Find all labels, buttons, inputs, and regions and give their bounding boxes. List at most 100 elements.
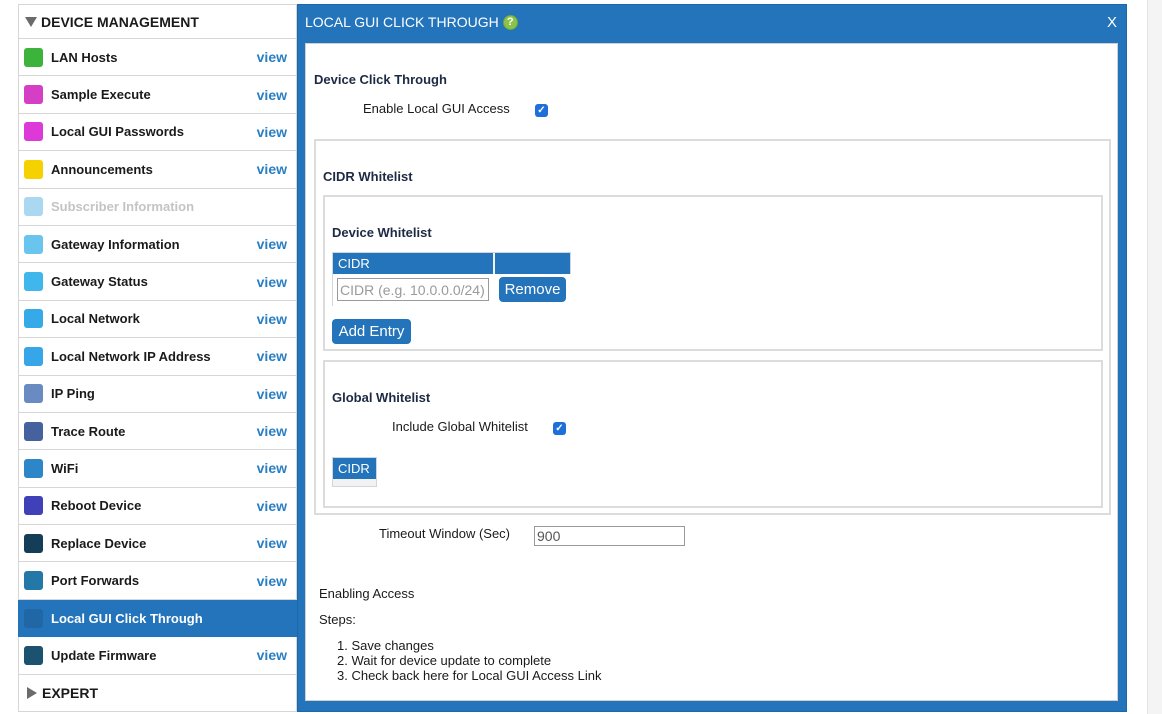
triangle-down-icon	[25, 16, 37, 27]
section-device-management[interactable]: DEVICE MANAGEMENT	[18, 4, 297, 39]
add-entry-button[interactable]: Add Entry	[332, 319, 411, 344]
enabling-access-heading: Enabling Access	[319, 586, 415, 601]
device-table-header-action	[495, 253, 570, 274]
view-link[interactable]: view	[257, 311, 287, 327]
sidebar-item-label: Port Forwards	[51, 573, 140, 589]
sidebar-item-lan-hosts[interactable]: LAN Hosts view	[18, 39, 297, 77]
sidebar-item-local-network-ip-address[interactable]: Local Network IP Address view	[18, 338, 297, 376]
view-link[interactable]: view	[257, 647, 287, 663]
sidebar-item-gateway-status[interactable]: Gateway Status view	[18, 263, 297, 301]
triangle-right-icon	[27, 686, 37, 699]
step-item: 1. Save changes	[337, 638, 434, 653]
view-link[interactable]: view	[257, 49, 287, 65]
view-link[interactable]: view	[257, 498, 287, 514]
cidr-whitelist-fieldset: CIDR Whitelist Device Whitelist CIDR CID…	[314, 139, 1111, 515]
local-network-icon	[24, 309, 43, 329]
dialog-body: Device Click Through Enable Local GUI Ac…	[305, 43, 1118, 701]
sidebar-item-port-forwards[interactable]: Port Forwards view	[18, 562, 297, 600]
local-gui-click-through-icon	[24, 608, 43, 628]
sidebar-item-ip-ping[interactable]: IP Ping view	[18, 375, 297, 413]
global-whitelist-table: CIDR	[332, 457, 377, 487]
help-icon[interactable]: ?	[502, 14, 518, 30]
sidebar-item-gateway-information[interactable]: Gateway Information view	[18, 225, 297, 264]
sidebar-item-replace-device[interactable]: Replace Device view	[18, 525, 297, 563]
view-link[interactable]: view	[257, 386, 287, 402]
reboot-device-icon	[24, 496, 43, 516]
sidebar-item-label: IP Ping	[51, 386, 95, 402]
view-link[interactable]: view	[257, 274, 287, 290]
gateway-status-icon	[24, 272, 43, 292]
view-link[interactable]: view	[257, 573, 287, 589]
view-link[interactable]: view	[257, 423, 287, 439]
trace-route-icon	[24, 421, 43, 441]
steps-label: Steps:	[319, 612, 356, 627]
cidr-whitelist-heading: CIDR Whitelist	[323, 169, 413, 184]
sidebar-item-label: LAN Hosts	[51, 49, 118, 65]
global-table-header-cidr: CIDR	[333, 458, 376, 479]
device-table-header-cidr: CIDR	[333, 253, 493, 274]
sidebar-item-update-firmware[interactable]: Update Firmware view	[18, 637, 297, 675]
local-gui-click-through-dialog: LOCAL GUI CLICK THROUGH ? X Device Click…	[297, 4, 1127, 712]
sidebar-item-label: Gateway Information	[51, 236, 180, 252]
step-item: 3. Check back here for Local GUI Access …	[337, 668, 602, 683]
view-link[interactable]: view	[257, 161, 287, 177]
close-button[interactable]: X	[1107, 14, 1117, 31]
step-item: 2. Wait for device update to complete	[337, 653, 552, 668]
timeout-label: Timeout Window (Sec)	[379, 526, 510, 541]
sidebar-item-label: Local Network	[51, 311, 140, 327]
sidebar-item-local-gui-click-through[interactable]: Local GUI Click Through	[18, 599, 297, 638]
sidebar-item-announcements[interactable]: Announcements view	[18, 151, 297, 189]
device-whitelist-table: CIDR CIDR (e.g. 10.0.0.0/24) Remove	[332, 252, 572, 306]
local-gui-passwords-icon	[24, 122, 43, 142]
view-link[interactable]: view	[257, 236, 287, 252]
view-link[interactable]: view	[257, 348, 287, 364]
sidebar-item-label: Subscriber Information	[51, 199, 195, 215]
replace-device-icon	[24, 533, 43, 553]
view-link[interactable]: view	[257, 460, 287, 476]
view-link[interactable]: view	[257, 535, 287, 551]
global-whitelist-heading: Global Whitelist	[332, 390, 431, 405]
remove-button[interactable]: Remove	[499, 277, 566, 302]
sidebar-item-label: Sample Execute	[51, 87, 151, 103]
sidebar-item-label: Trace Route	[51, 423, 126, 439]
sidebar-item-subscriber-information: Subscriber Information	[18, 188, 297, 226]
section-expert[interactable]: EXPERT	[18, 674, 297, 713]
sidebar-item-local-network[interactable]: Local Network view	[18, 300, 297, 339]
update-firmware-icon	[24, 645, 43, 665]
checkmark-icon: ✓	[555, 423, 564, 434]
device-whitelist-fieldset: Device Whitelist CIDR CIDR (e.g. 10.0.0.…	[323, 195, 1103, 351]
gateway-information-icon	[24, 234, 43, 254]
dialog-title: LOCAL GUI CLICK THROUGH	[305, 14, 499, 30]
sidebar: DEVICE MANAGEMENT LAN Hosts view Sample Ex…	[18, 4, 297, 713]
ip-ping-icon	[24, 384, 43, 404]
sidebar-item-label: Local Network IP Address	[51, 348, 211, 364]
cidr-input[interactable]: CIDR (e.g. 10.0.0.0/24)	[337, 278, 489, 301]
sidebar-item-sample-execute[interactable]: Sample Execute view	[18, 76, 297, 114]
wifi-icon	[24, 458, 43, 478]
sidebar-item-label: Replace Device	[51, 535, 147, 551]
timeout-input[interactable]: 900	[534, 526, 685, 546]
view-link[interactable]: view	[257, 87, 287, 103]
checkmark-icon: ✓	[537, 105, 546, 116]
table-row: CIDR (e.g. 10.0.0.0/24) Remove	[333, 274, 572, 306]
include-global-checkbox[interactable]: ✓	[553, 422, 566, 435]
subscriber-information-icon	[24, 197, 43, 217]
sidebar-item-label: Gateway Status	[51, 274, 148, 290]
sidebar-item-wifi[interactable]: WiFi view	[18, 450, 297, 488]
enable-local-gui-label: Enable Local GUI Access	[363, 101, 510, 116]
sidebar-item-local-gui-passwords[interactable]: Local GUI Passwords view	[18, 113, 297, 152]
announcements-icon	[24, 159, 43, 179]
local-network-ip-address-icon	[24, 346, 43, 366]
sidebar-item-trace-route[interactable]: Trace Route view	[18, 412, 297, 451]
page-scrollbar[interactable]	[1147, 0, 1162, 714]
sidebar-item-label: Announcements	[51, 161, 153, 177]
sidebar-item-reboot-device[interactable]: Reboot Device view	[18, 487, 297, 526]
view-link[interactable]: view	[257, 124, 287, 140]
enable-local-gui-checkbox[interactable]: ✓	[535, 104, 548, 117]
section-expert-label: EXPERT	[42, 684, 99, 701]
port-forwards-icon	[24, 571, 43, 591]
sidebar-item-label: WiFi	[51, 460, 79, 476]
device-click-through-heading: Device Click Through	[314, 72, 447, 87]
lan-hosts-icon	[24, 47, 43, 67]
section-device-management-label: DEVICE MANAGEMENT	[41, 13, 199, 30]
